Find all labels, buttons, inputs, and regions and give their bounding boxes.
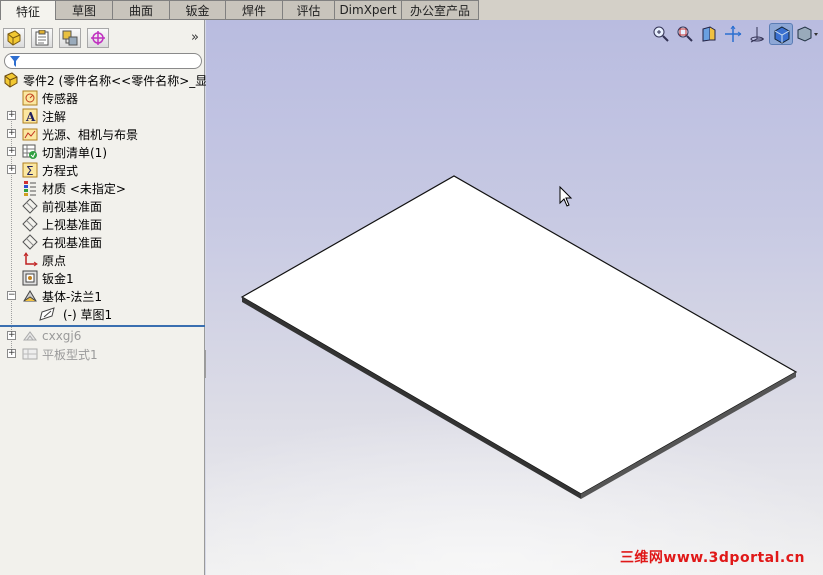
graphics-viewport[interactable]: 三维网www.3dportal.cn — [206, 20, 823, 575]
tab-evaluate[interactable]: 评估 — [283, 0, 335, 20]
tree-item-label: 基体-法兰1 — [42, 289, 102, 304]
svg-text:Σ: Σ — [26, 164, 34, 178]
origin-icon — [23, 252, 38, 267]
tree-item-front-plane[interactable]: 前视基准面 — [0, 197, 205, 215]
property-manager-tab[interactable] — [31, 28, 53, 48]
tree-item-top-plane[interactable]: 上视基准面 — [0, 215, 205, 233]
expand-toggle[interactable]: + — [7, 111, 16, 120]
tab-surfaces[interactable]: 曲面 — [113, 0, 170, 20]
tree-root-part[interactable]: 零件2 (零件名称<<零件名称>_显 — [0, 71, 208, 89]
tree-item-sheet-metal[interactable]: 钣金1 — [0, 269, 205, 287]
tree-item-cut-list[interactable]: + 切割清单(1) — [0, 143, 205, 161]
tab-list: 特征 草图 曲面 钣金 焊件 评估 DimXpert 办公室产品 — [0, 0, 479, 21]
sketch-icon — [39, 307, 55, 321]
plane-icon — [22, 234, 38, 250]
tree-item-sketch[interactable]: (-) 草图1 — [0, 305, 205, 323]
tree-item-label: 材质 <未指定> — [42, 181, 126, 196]
tab-features[interactable]: 特征 — [0, 0, 56, 21]
flatpattern-icon — [22, 348, 38, 360]
feature-manager-panel: » 零件2 (零件名称<<零件名称>_显 传感器 + A 注解 + 光源、相机与… — [0, 20, 208, 575]
tree-item-label: 方程式 — [42, 163, 79, 178]
sensor-icon — [22, 90, 38, 106]
tab-sheet-metal[interactable]: 钣金 — [170, 0, 226, 20]
tree-item-label: 注解 — [42, 109, 67, 124]
plane-icon — [22, 198, 38, 214]
lights-icon — [22, 128, 38, 141]
tree-item-label: 平板型式1 — [42, 347, 98, 362]
tree-item-origin[interactable]: 原点 — [0, 251, 205, 269]
feature-tree-tab[interactable] — [3, 28, 25, 48]
feature-icon — [23, 331, 37, 341]
configuration-manager-tab[interactable] — [59, 28, 81, 48]
model-graphics — [206, 175, 823, 575]
tree-item-label: 钣金1 — [42, 271, 74, 286]
cutlist-icon — [22, 144, 37, 159]
command-manager-tabbar: 特征 草图 曲面 钣金 焊件 评估 DimXpert 办公室产品 — [0, 0, 823, 21]
tree-item-label: (-) 草图1 — [63, 307, 113, 322]
feature-tree-icon — [7, 30, 21, 46]
tree-item-equations[interactable]: + Σ 方程式 — [0, 161, 205, 179]
tree-item-material[interactable]: 材质 <未指定> — [0, 179, 205, 197]
tree-item-suppressed-feature[interactable]: + cxxgj6 — [0, 327, 205, 345]
expand-toggle[interactable]: + — [7, 349, 16, 358]
tree-item-flat-pattern[interactable]: + 平板型式1 — [0, 345, 205, 363]
tree-item-label: 光源、相机与布景 — [42, 127, 139, 142]
tab-weldments[interactable]: 焊件 — [226, 0, 283, 20]
tab-dimxpert[interactable]: DimXpert — [335, 0, 402, 20]
expand-toggle[interactable]: + — [7, 129, 16, 138]
panel-toolbar: » — [0, 28, 205, 50]
part-icon — [4, 72, 18, 88]
plane-icon — [22, 216, 38, 232]
tree-filter-input[interactable] — [4, 53, 202, 69]
tree-item-label: 切割清单(1) — [42, 145, 107, 160]
filter-icon — [10, 56, 20, 67]
tab-office-products[interactable]: 办公室产品 — [402, 0, 479, 20]
expand-panel-button[interactable]: » — [191, 30, 199, 45]
tree-item-label: 传感器 — [42, 91, 79, 106]
tree-item-label: 原点 — [42, 253, 67, 268]
mouse-cursor — [559, 185, 573, 207]
tab-sketch[interactable]: 草图 — [56, 0, 113, 20]
material-icon — [24, 181, 36, 196]
site-watermark: 三维网www.3dportal.cn — [619, 550, 805, 566]
sheetmetal-icon — [22, 270, 38, 286]
dimxpert-icon — [91, 31, 105, 45]
annotation-icon: A — [22, 108, 38, 124]
dimxpert-manager-tab[interactable] — [87, 28, 109, 48]
tree-item-label: 右视基准面 — [42, 235, 103, 250]
tree-item-label: cxxgj6 — [42, 329, 82, 343]
configuration-icon — [62, 30, 78, 46]
baseflange-icon — [23, 290, 37, 302]
property-manager-icon — [35, 30, 49, 46]
tree-root-label: 零件2 (零件名称<<零件名称>_显 — [23, 73, 208, 88]
expand-toggle[interactable]: + — [7, 331, 16, 340]
tree-item-annotations[interactable]: + A 注解 — [0, 107, 205, 125]
tree-item-label: 前视基准面 — [42, 199, 103, 214]
tree-item-base-flange[interactable]: − 基体-法兰1 — [0, 287, 205, 305]
expand-toggle[interactable]: + — [7, 165, 16, 174]
svg-text:A: A — [25, 110, 36, 124]
equation-icon: Σ — [22, 162, 38, 178]
expand-toggle[interactable]: + — [7, 147, 16, 156]
collapse-toggle[interactable]: − — [7, 291, 16, 300]
tree-item-lights-cameras[interactable]: + 光源、相机与布景 — [0, 125, 205, 143]
tree-item-label: 上视基准面 — [42, 217, 103, 232]
tree-item-sensors[interactable]: 传感器 — [0, 89, 205, 107]
tree-item-right-plane[interactable]: 右视基准面 — [0, 233, 205, 251]
